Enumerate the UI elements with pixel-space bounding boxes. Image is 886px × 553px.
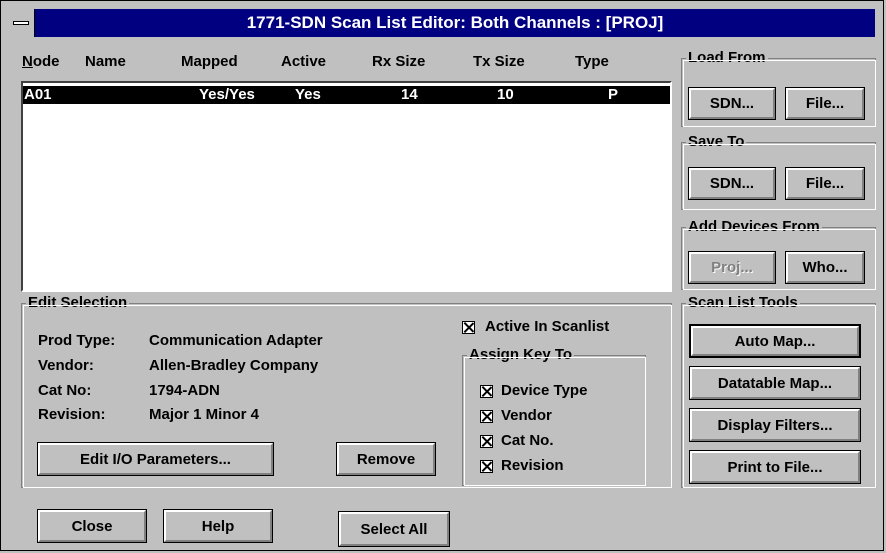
cat-no-checkbox[interactable] [480, 435, 493, 448]
system-menu-button[interactable] [7, 9, 35, 37]
save-to-label: Save To [686, 133, 747, 151]
edit-selection-label: Edit Selection [26, 294, 130, 312]
cat-no-checkbox-label[interactable]: Cat No. [501, 431, 554, 451]
vendor-label: Vendor: [38, 357, 94, 374]
select-all-button[interactable]: Select All [338, 511, 450, 547]
load-sdn-button[interactable]: SDN... [688, 87, 776, 120]
active-in-scanlist-checkbox[interactable] [462, 321, 475, 334]
revision-checkbox-label[interactable]: Revision [501, 456, 564, 476]
table-row[interactable]: A01 Yes/Yes Yes 14 10 P [23, 86, 670, 104]
column-header-name[interactable]: Name [85, 53, 126, 70]
column-header-tx-size[interactable]: Tx Size [473, 53, 525, 70]
cell-type: P [608, 86, 619, 103]
revision-label: Revision: [38, 406, 106, 423]
prod-type-label: Prod Type: [38, 332, 116, 349]
help-button[interactable]: Help [163, 509, 273, 543]
display-filters-button[interactable]: Display Filters... [689, 408, 861, 442]
system-menu-icon [13, 21, 29, 25]
close-button[interactable]: Close [37, 509, 147, 543]
revision-checkbox[interactable] [480, 460, 493, 473]
cat-no-value: 1794-ADN [149, 382, 220, 399]
active-in-scanlist-label[interactable]: Active In Scanlist [485, 317, 609, 337]
vendor-checkbox-label[interactable]: Vendor [501, 406, 552, 426]
cell-tx-size: 10 [497, 86, 514, 103]
window-title: 1771-SDN Scan List Editor: Both Channels… [246, 13, 664, 32]
column-header-active[interactable]: Active [281, 53, 326, 70]
vendor-checkbox[interactable] [480, 410, 493, 423]
print-to-file-button[interactable]: Print to File... [689, 450, 861, 484]
column-header-rx-size[interactable]: Rx Size [372, 53, 425, 70]
prod-type-value: Communication Adapter [149, 332, 323, 349]
column-header-mapped[interactable]: Mapped [181, 53, 238, 70]
column-header-node[interactable]: Node [22, 53, 60, 70]
add-devices-label: Add Devices From [686, 218, 822, 236]
edit-io-parameters-button[interactable]: Edit I/O Parameters... [37, 442, 274, 476]
cell-rx-size: 14 [401, 86, 418, 103]
cell-active: Yes [295, 86, 321, 103]
scan-list-tools-label: Scan List Tools [686, 294, 800, 312]
device-type-checkbox[interactable] [480, 385, 493, 398]
assign-key-label: Assign Key To [467, 346, 575, 364]
save-sdn-button[interactable]: SDN... [688, 167, 776, 200]
revision-value: Major 1 Minor 4 [149, 406, 260, 423]
save-file-button[interactable]: File... [785, 167, 865, 200]
scan-list[interactable]: A01 Yes/Yes Yes 14 10 P [21, 81, 672, 292]
auto-map-button[interactable]: Auto Map... [689, 324, 861, 358]
load-file-button[interactable]: File... [785, 87, 865, 120]
vendor-value: Allen-Bradley Company [149, 357, 319, 374]
cat-no-label: Cat No: [38, 382, 92, 399]
remove-button[interactable]: Remove [336, 442, 436, 476]
cell-node: A01 [24, 86, 52, 103]
cell-mapped: Yes/Yes [199, 86, 255, 103]
device-type-label[interactable]: Device Type [501, 381, 587, 401]
who-button[interactable]: Who... [785, 251, 865, 284]
datatable-map-button[interactable]: Datatable Map... [689, 366, 861, 400]
column-header-type[interactable]: Type [575, 53, 609, 70]
scan-list-editor-window: 1771-SDN Scan List Editor: Both Channels… [0, 0, 884, 551]
load-from-label: Load From [686, 49, 768, 67]
title-bar: 1771-SDN Scan List Editor: Both Channels… [7, 9, 875, 37]
proj-button[interactable]: Proj... [688, 251, 776, 284]
